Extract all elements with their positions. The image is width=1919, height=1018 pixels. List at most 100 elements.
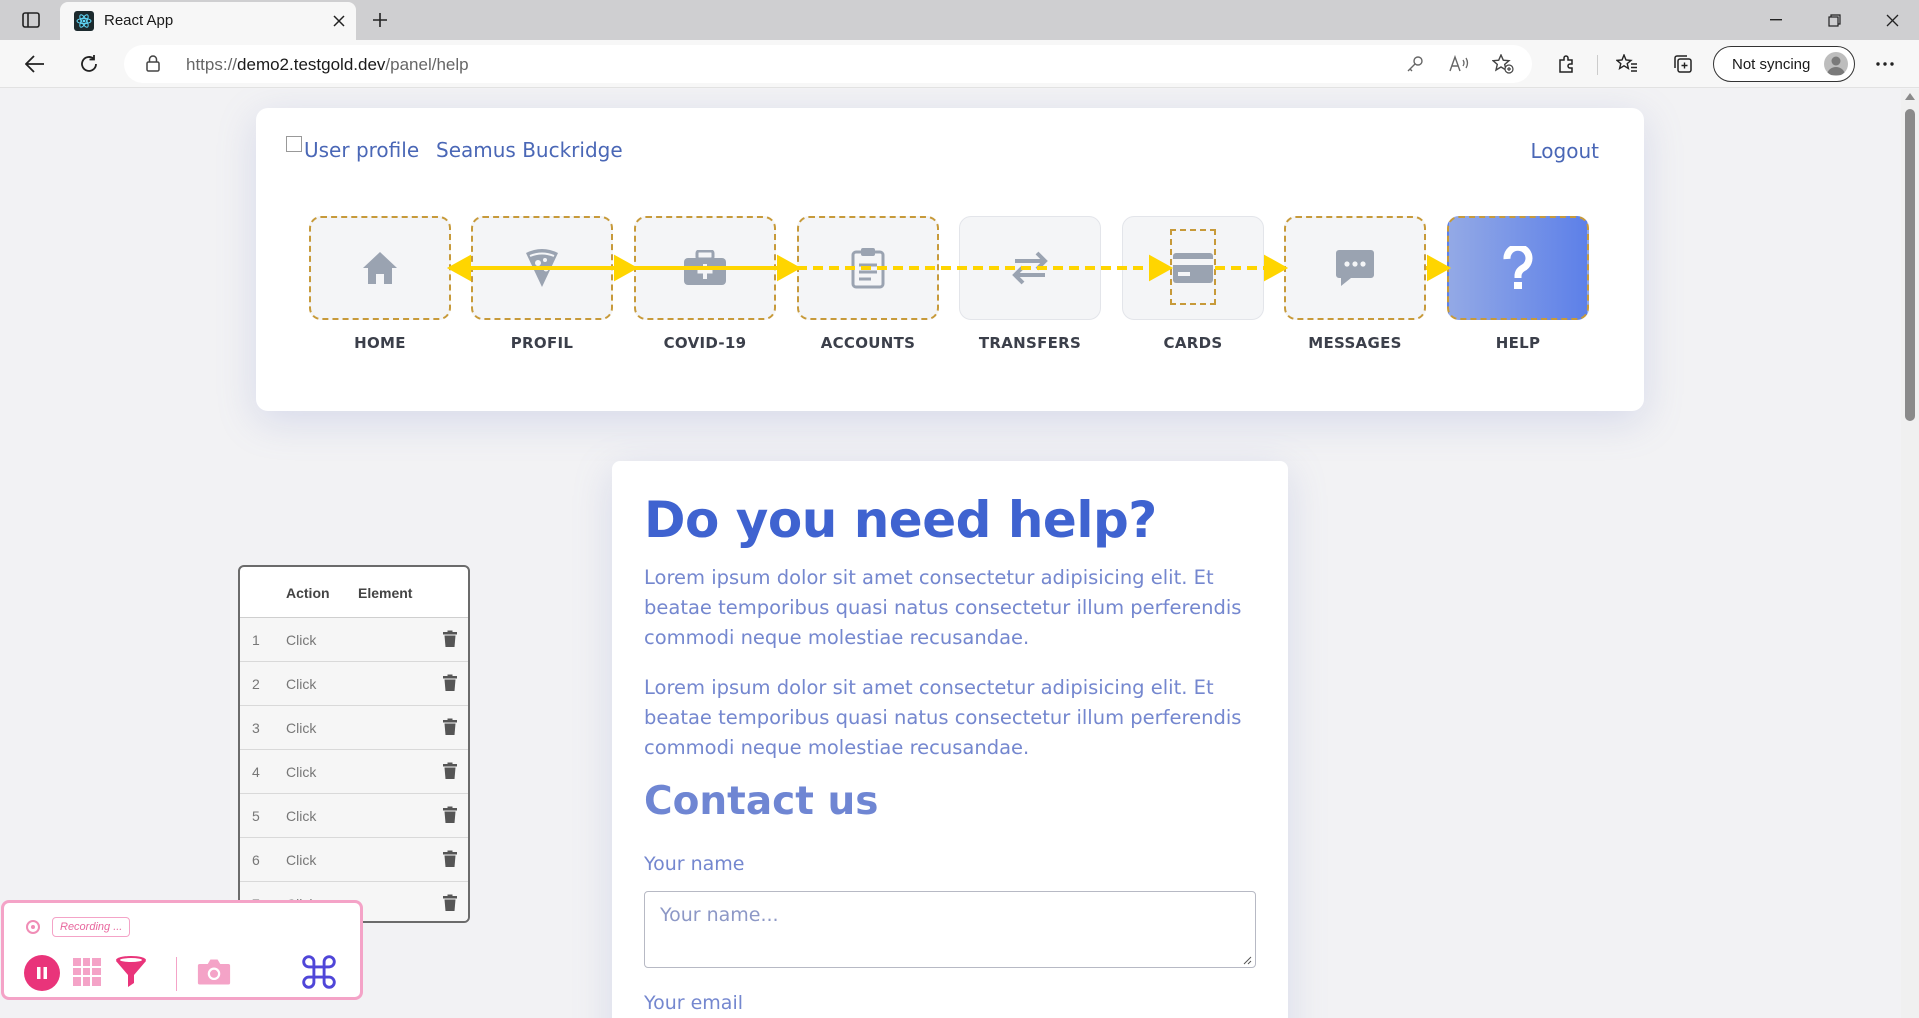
- new-tab-icon[interactable]: [366, 8, 394, 32]
- nav-tile-covid[interactable]: [634, 216, 776, 320]
- scroll-up-arrow-icon[interactable]: [1905, 93, 1915, 100]
- table-row[interactable]: 1 Click: [240, 618, 468, 662]
- profile-image-alt-text: User profile: [304, 138, 420, 162]
- user-profile-image: User profile: [286, 136, 420, 162]
- nav-label-covid: COVID-19: [663, 334, 747, 352]
- transfer-arrows-icon: [1012, 251, 1048, 285]
- row-action: Click: [286, 632, 317, 648]
- row-action: Click: [286, 720, 317, 736]
- nav-item-accounts[interactable]: ACCOUNTS: [797, 216, 939, 352]
- filter-button[interactable]: [114, 955, 148, 989]
- steps-table-button[interactable]: [70, 955, 104, 989]
- sync-label: Not syncing: [1732, 56, 1811, 73]
- table-row[interactable]: 2 Click: [240, 662, 468, 706]
- table-row[interactable]: 5 Click: [240, 794, 468, 838]
- screenshot-button[interactable]: [197, 955, 231, 989]
- browser-tab[interactable]: React App: [60, 2, 356, 40]
- nav-label-accounts: ACCOUNTS: [820, 334, 916, 352]
- row-action: Click: [286, 764, 317, 780]
- nav-tile-cards[interactable]: [1122, 216, 1264, 320]
- more-menu-icon[interactable]: [1870, 50, 1900, 78]
- url-path: /panel/help: [385, 55, 469, 74]
- nav-item-transfers[interactable]: TRANSFERS: [959, 216, 1101, 352]
- grid-icon: [73, 958, 101, 986]
- nav-tile-help[interactable]: [1447, 216, 1589, 320]
- nav-label-help: HELP: [1495, 334, 1541, 352]
- scrollbar-thumb[interactable]: [1905, 109, 1915, 421]
- favorites-icon[interactable]: [1612, 50, 1642, 78]
- table-row[interactable]: 4 Click: [240, 750, 468, 794]
- row-action: Click: [286, 676, 317, 692]
- restore-icon[interactable]: [1814, 6, 1854, 34]
- trash-icon[interactable]: [442, 806, 458, 824]
- flow-arrowhead-help: [1427, 254, 1452, 282]
- page-title: Do you need help?: [644, 491, 1157, 549]
- read-aloud-icon[interactable]: [1446, 53, 1472, 75]
- navigation-card: User profile Seamus Buckridge Logout HOM…: [256, 108, 1644, 411]
- browser-tab-bar: React App: [0, 0, 1919, 40]
- nav-item-help[interactable]: HELP: [1447, 216, 1589, 352]
- recording-status-badge: Recording ...: [52, 917, 131, 937]
- flow-arrowhead-messages: [1264, 254, 1289, 282]
- funnel-icon: [116, 956, 146, 987]
- trash-icon[interactable]: [442, 718, 458, 736]
- close-window-icon[interactable]: [1872, 6, 1912, 34]
- row-action: Click: [286, 852, 317, 868]
- nav-item-cards[interactable]: CARDS: [1122, 216, 1264, 352]
- email-field-label: Your email: [644, 992, 743, 1014]
- nav-item-messages[interactable]: MESSAGES: [1284, 216, 1426, 352]
- lock-icon[interactable]: [146, 55, 160, 76]
- nav-tile-accounts[interactable]: [797, 216, 939, 320]
- extensions-icon[interactable]: [1551, 50, 1581, 78]
- user-name-link[interactable]: Seamus Buckridge: [436, 138, 623, 162]
- trash-icon[interactable]: [442, 894, 458, 912]
- nav-tile-messages[interactable]: [1284, 216, 1426, 320]
- row-number: 2: [252, 676, 260, 692]
- flow-arrowhead-left: [446, 254, 471, 282]
- url-host: demo2.testgold.dev: [237, 55, 386, 74]
- recorder-steps-table: Action Element 1 Click 2 Click 3 Click 4 Cli…: [238, 565, 470, 923]
- message-icon: [1336, 250, 1374, 286]
- page-viewport: User profile Seamus Buckridge Logout HOM…: [0, 89, 1919, 1018]
- nav-tile-transfers[interactable]: [959, 216, 1101, 320]
- clipboard-icon: [851, 248, 885, 289]
- profile-sync-button[interactable]: Not syncing: [1713, 46, 1855, 82]
- refresh-icon[interactable]: [74, 50, 104, 78]
- url-text[interactable]: https://demo2.testgold.dev/panel/help: [186, 55, 469, 75]
- command-button[interactable]: [302, 955, 336, 989]
- row-number: 6: [252, 852, 260, 868]
- add-favorite-icon[interactable]: [1490, 53, 1516, 75]
- resize-grip-icon[interactable]: [1242, 955, 1252, 965]
- row-action: Click: [286, 808, 317, 824]
- column-header-action: Action: [286, 585, 330, 601]
- nav-item-profil[interactable]: PROFIL: [471, 216, 613, 352]
- question-icon: [1503, 246, 1533, 289]
- table-row[interactable]: 6 Click: [240, 838, 468, 882]
- minimize-icon[interactable]: [1756, 6, 1796, 34]
- trash-icon[interactable]: [442, 762, 458, 780]
- key-icon[interactable]: [1402, 53, 1428, 75]
- trash-icon[interactable]: [442, 630, 458, 648]
- page-scrollbar[interactable]: [1901, 89, 1919, 1018]
- nav-label-transfers: TRANSFERS: [978, 334, 1082, 352]
- nav-item-home[interactable]: HOME: [309, 216, 451, 352]
- table-row[interactable]: 3 Click: [240, 706, 468, 750]
- logout-link[interactable]: Logout: [1531, 139, 1599, 163]
- back-icon[interactable]: [20, 50, 50, 78]
- nav-label-profil: PROFIL: [510, 334, 574, 352]
- trash-icon[interactable]: [442, 850, 458, 868]
- nav-tile-home[interactable]: [309, 216, 451, 320]
- nav-item-covid[interactable]: COVID-19: [634, 216, 776, 352]
- highlighted-element-outline: [1170, 229, 1216, 305]
- tab-actions-icon[interactable]: [14, 8, 48, 32]
- address-bar[interactable]: https://demo2.testgold.dev/panel/help: [124, 45, 1532, 83]
- pause-recording-button[interactable]: [24, 955, 60, 991]
- close-tab-icon[interactable]: [328, 10, 350, 32]
- trash-icon[interactable]: [442, 674, 458, 692]
- nav-tile-profil[interactable]: [471, 216, 613, 320]
- collections-icon[interactable]: [1668, 50, 1698, 78]
- flow-arrowhead-covid: [614, 254, 639, 282]
- help-card: Do you need help? Lorem ipsum dolor sit …: [612, 461, 1288, 1018]
- name-field[interactable]: [644, 891, 1256, 968]
- pause-icon: [37, 967, 47, 979]
